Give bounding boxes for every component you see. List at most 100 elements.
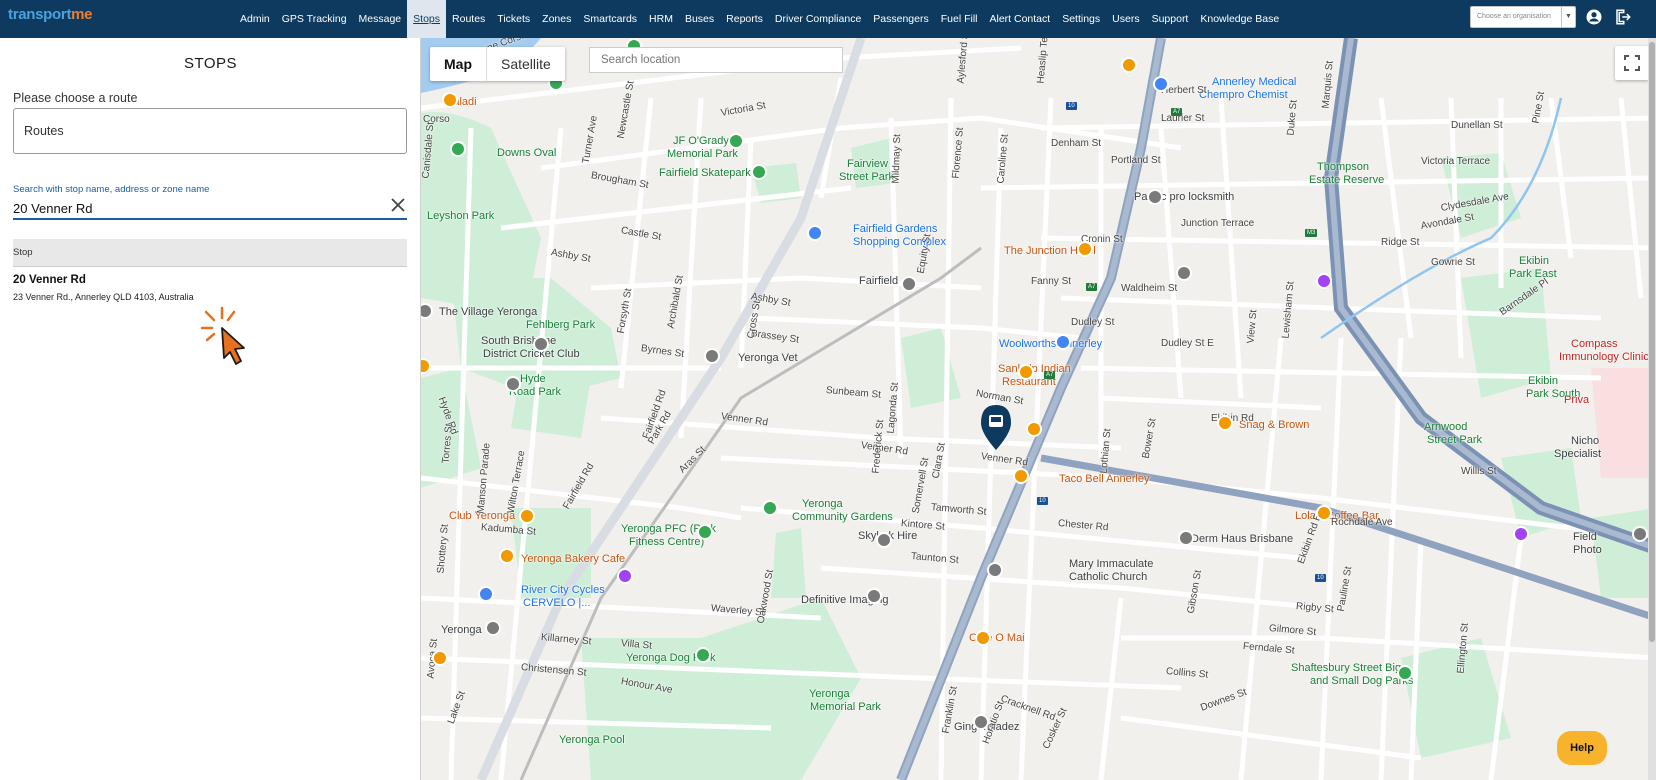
nav-item-buses[interactable]: Buses: [679, 0, 720, 38]
map-place-label[interactable]: Taco Bell Annerley: [1059, 473, 1150, 485]
map-poi-pin-icon[interactable]: [762, 500, 778, 516]
map-place-label[interactable]: District Cricket Club: [483, 348, 580, 360]
map-poi-pin-icon[interactable]: [450, 141, 466, 157]
nav-item-passengers[interactable]: Passengers: [867, 0, 934, 38]
map-poi-pin-icon[interactable]: [1153, 76, 1169, 92]
nav-item-routes[interactable]: Routes: [446, 0, 491, 38]
map-place-label[interactable]: Shaftesbury Street Big: [1291, 662, 1401, 674]
map-poi-pin-icon[interactable]: [505, 376, 521, 392]
map-place-label[interactable]: CERVELO |...: [523, 597, 590, 609]
map-poi-pin-icon[interactable]: [728, 133, 744, 149]
nav-item-tickets[interactable]: Tickets: [491, 0, 536, 38]
scrollbar-thumb[interactable]: [1649, 42, 1655, 642]
map-poi-pin-icon[interactable]: [901, 276, 917, 292]
map-poi-pin-icon[interactable]: [987, 562, 1003, 578]
map-poi-pin-icon[interactable]: [695, 647, 711, 663]
map-place-label[interactable]: Fairfield: [859, 275, 898, 287]
nav-item-admin[interactable]: Admin: [234, 0, 276, 38]
map-poi-pin-icon[interactable]: [499, 548, 515, 564]
result-stop-name[interactable]: 20 Venner Rd: [13, 274, 86, 286]
map-place-label[interactable]: Fairview: [847, 158, 888, 170]
map-poi-pin-icon[interactable]: [1632, 526, 1648, 542]
map-view[interactable]: Baladi Corso Downs Oval JF O'Grady Memorial …: [421, 38, 1656, 780]
map-place-label[interactable]: Immunology Clinic: [1559, 351, 1649, 363]
map-place-label[interactable]: Catholic Church: [1069, 571, 1147, 583]
map-place-label[interactable]: Estate Reserve: [1309, 174, 1384, 186]
map-place-label[interactable]: Leyshon Park: [427, 210, 494, 222]
map-place-label[interactable]: Ekibin: [1528, 375, 1558, 387]
nav-item-hrm[interactable]: HRM: [643, 0, 679, 38]
map-place-label[interactable]: Woolworths Annerley: [999, 338, 1102, 350]
map-poi-pin-icon[interactable]: [432, 650, 448, 666]
nav-item-message[interactable]: Message: [353, 0, 408, 38]
map-place-label[interactable]: JF O'Grady: [673, 135, 729, 147]
nav-item-smartcards[interactable]: Smartcards: [577, 0, 643, 38]
map-poi-pin-icon[interactable]: [866, 588, 882, 604]
map-place-label[interactable]: Community Gardens: [792, 511, 893, 523]
map-search-input[interactable]: [589, 47, 843, 73]
nav-item-support[interactable]: Support: [1146, 0, 1195, 38]
map-place-label[interactable]: Downs Oval: [497, 147, 556, 159]
map-place-label[interactable]: Yeronga: [809, 688, 850, 700]
map-place-label[interactable]: Street Park: [1427, 434, 1482, 446]
nav-item-reports[interactable]: Reports: [720, 0, 769, 38]
map-place-label[interactable]: Nicho: [1571, 435, 1599, 447]
map-poi-pin-icon[interactable]: [751, 164, 767, 180]
map-poi-pin-icon[interactable]: [442, 92, 458, 108]
app-logo[interactable]: transportme: [8, 6, 93, 23]
map-poi-pin-icon[interactable]: [807, 225, 823, 241]
map-place-label[interactable]: Memorial Park: [667, 148, 738, 160]
nav-item-settings[interactable]: Settings: [1056, 0, 1106, 38]
nav-item-gps-tracking[interactable]: GPS Tracking: [276, 0, 353, 38]
map-poi-pin-icon[interactable]: [519, 508, 535, 524]
map-place-label[interactable]: Yeronga: [441, 624, 482, 636]
map-place-label[interactable]: Street Park: [839, 171, 894, 183]
nav-item-users[interactable]: Users: [1106, 0, 1145, 38]
route-select[interactable]: Routes: [13, 108, 407, 154]
help-button[interactable]: Help: [1557, 731, 1607, 765]
map-place-label[interactable]: River City Cycles: [521, 584, 605, 596]
map-place-label[interactable]: Compass: [1571, 338, 1617, 350]
clear-search-icon[interactable]: [388, 195, 408, 215]
map-poi-pin-icon[interactable]: [1147, 189, 1163, 205]
map-place-label[interactable]: Fairfield Skatepark: [659, 167, 751, 179]
map-poi-pin-icon[interactable]: [1217, 415, 1233, 431]
map-poi-pin-icon[interactable]: [697, 524, 713, 540]
nav-item-zones[interactable]: Zones: [536, 0, 577, 38]
nav-item-alert-contact[interactable]: Alert Contact: [984, 0, 1057, 38]
map-poi-pin-icon[interactable]: [485, 620, 501, 636]
map-place-label[interactable]: Field: [1573, 531, 1597, 543]
nav-item-fuel-fill[interactable]: Fuel Fill: [935, 0, 984, 38]
map-poi-pin-icon[interactable]: [1316, 273, 1332, 289]
map-place-label[interactable]: Annerley Medical: [1212, 76, 1296, 88]
map-place-label[interactable]: Fitness Centre): [629, 536, 704, 548]
nav-item-driver-compliance[interactable]: Driver Compliance: [769, 0, 867, 38]
map-place-label[interactable]: Yeronga: [802, 498, 843, 510]
map-poi-pin-icon[interactable]: [876, 532, 892, 548]
map-place-label[interactable]: Yeronga Vet: [738, 352, 798, 364]
map-place-label[interactable]: Arnwood: [1424, 421, 1467, 433]
map-poi-pin-icon[interactable]: [1121, 57, 1137, 73]
map-poi-pin-icon[interactable]: [1397, 665, 1413, 681]
map-type-satellite-button[interactable]: Satellite: [487, 47, 565, 81]
user-circle-icon[interactable]: [1585, 8, 1603, 26]
map-poi-pin-icon[interactable]: [1176, 265, 1192, 281]
map-poi-pin-icon[interactable]: [1077, 241, 1093, 257]
map-place-label[interactable]: Fehlberg Park: [526, 319, 595, 331]
map-place-label[interactable]: Yeronga Pool: [559, 734, 625, 746]
map-poi-pin-icon[interactable]: [1026, 421, 1042, 437]
fullscreen-button[interactable]: [1615, 46, 1649, 80]
map-poi-pin-icon[interactable]: [1018, 364, 1034, 380]
map-poi-pin-icon[interactable]: [1513, 526, 1529, 542]
page-scrollbar[interactable]: [1648, 38, 1656, 780]
map-place-label[interactable]: Park East: [1509, 268, 1557, 280]
result-stop-address[interactable]: 23 Venner Rd., Annerley QLD 4103, Austra…: [13, 292, 194, 302]
map-poi-pin-icon[interactable]: [1178, 530, 1194, 546]
map-place-label[interactable]: Specialist: [1554, 448, 1601, 460]
map-place-label[interactable]: Derm Haus Brisbane: [1191, 533, 1293, 545]
map-place-label[interactable]: Mary Immaculate: [1069, 558, 1153, 570]
map-poi-pin-icon[interactable]: [973, 714, 989, 730]
nav-item-stops[interactable]: Stops: [407, 0, 447, 38]
map-place-label[interactable]: Priva: [1564, 394, 1589, 406]
map-place-label[interactable]: Memorial Park: [810, 701, 881, 713]
